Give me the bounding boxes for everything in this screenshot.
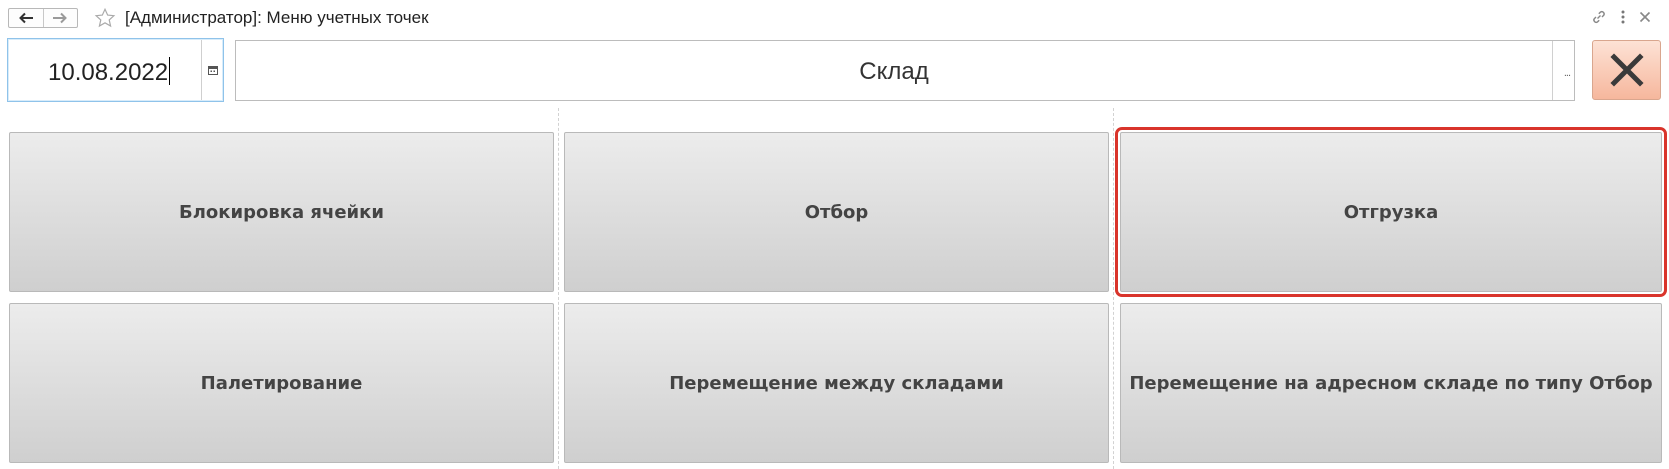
arrow-left-icon	[18, 12, 33, 24]
date-field[interactable]: 10.08.2022	[7, 38, 224, 102]
warehouse-select-button[interactable]: ...	[1564, 67, 1571, 79]
back-button[interactable]	[9, 9, 43, 27]
nav-buttons	[8, 8, 78, 28]
title-actions	[1591, 9, 1651, 25]
favorite-star-icon[interactable]	[94, 7, 116, 29]
text-caret	[169, 57, 171, 85]
close-button[interactable]	[1592, 40, 1661, 100]
menu-button-palletizing[interactable]: Палетирование	[9, 303, 554, 463]
menu-button-shipment[interactable]: Отгрузка	[1115, 127, 1667, 297]
menu-button-picking[interactable]: Отбор	[564, 132, 1109, 292]
link-icon[interactable]	[1591, 9, 1607, 25]
date-field-divider	[201, 40, 202, 100]
warehouse-value[interactable]: Склад	[236, 58, 1552, 86]
date-input-value[interactable]: 10.08.2022	[48, 57, 171, 87]
warehouse-field-divider	[1552, 41, 1553, 100]
window: [Администратор]: Меню учетных точек 10.0…	[0, 0, 1669, 469]
title-bar: [Администратор]: Меню учетных точек	[0, 0, 1669, 36]
menu-button-transfer-between-warehouses[interactable]: Перемещение между складами	[564, 303, 1109, 463]
close-window-icon[interactable]	[1639, 11, 1651, 23]
column-divider	[1113, 108, 1114, 469]
more-vertical-icon[interactable]	[1621, 10, 1625, 24]
arrow-right-icon	[53, 12, 68, 24]
window-title: [Администратор]: Меню учетных точек	[125, 8, 429, 27]
calendar-icon[interactable]	[208, 65, 218, 75]
menu-button-cell-lock[interactable]: Блокировка ячейки	[9, 132, 554, 292]
x-icon	[1609, 53, 1644, 87]
menu-button-transfer-address-warehouse-picking[interactable]: Перемещение на адресном складе по типу О…	[1120, 303, 1662, 463]
warehouse-field[interactable]: Склад ...	[235, 40, 1575, 101]
column-divider	[558, 108, 559, 469]
forward-button[interactable]	[42, 9, 78, 27]
